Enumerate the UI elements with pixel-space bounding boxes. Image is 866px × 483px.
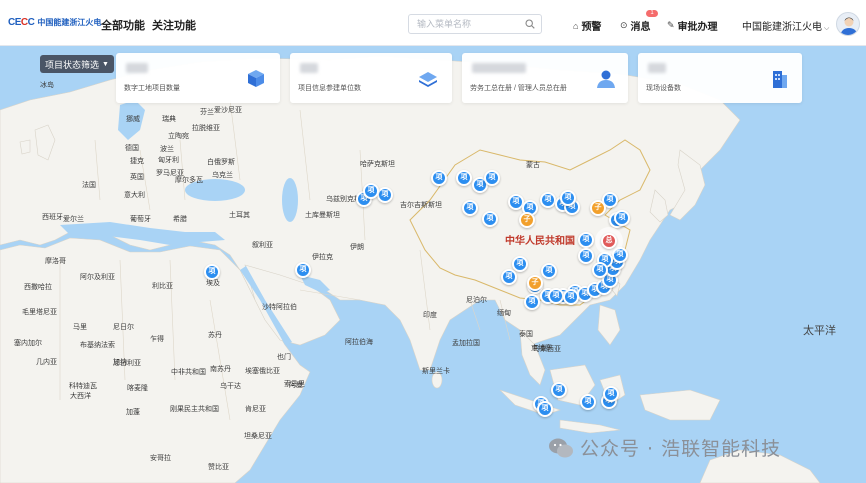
logo[interactable]: CECC 中国能建浙江火电 [8,17,101,28]
watermark-text: 公众号 · 浩联智能科技 [580,438,782,460]
stat-value-blurred [472,63,526,73]
approval-button[interactable]: ✎ 审批办理 [667,18,718,33]
project-marker[interactable]: 项 [614,210,630,226]
nav-followed-functions[interactable]: 关注功能 [152,17,196,33]
avatar[interactable] [836,12,860,36]
stat-card-project-count[interactable]: 数字工地项目数量 [116,53,280,103]
hq-marker[interactable]: 总 [601,233,617,249]
project-marker[interactable]: 项 [482,211,498,227]
stat-value-blurred [300,63,318,73]
project-marker[interactable]: 项 [537,401,553,417]
building-icon [773,71,787,88]
project-marker[interactable]: 项 [551,382,567,398]
project-marker[interactable]: 项 [484,170,500,186]
stat-label: 劳务工总在册 / 管理人员总在册 [470,85,567,92]
person-icon [597,70,615,88]
logo-text: 中国能建浙江火电 [37,18,102,27]
project-marker[interactable]: 项 [377,187,393,203]
stat-card-equipment[interactable]: 现场设备数 [638,53,802,103]
project-marker[interactable]: 项 [524,294,540,310]
message-button[interactable]: ⊙ 消息 [620,18,651,33]
project-marker[interactable]: 项 [462,200,478,216]
project-marker[interactable]: 项 [580,394,596,410]
stat-label: 项目信息参建单位数 [298,85,361,92]
approval-label: 审批办理 [677,22,718,33]
menu-search [408,14,542,34]
stat-label: 数字工地项目数量 [124,85,180,92]
stat-card-participant-units[interactable]: 项目信息参建单位数 [290,53,452,103]
stat-value-blurred [648,63,666,73]
project-status-filter[interactable]: 项目状态筛选 ▼ [40,55,114,73]
project-marker[interactable]: 项 [563,289,579,305]
filter-label: 项目状态筛选 [45,59,100,70]
layers-icon [419,72,437,87]
logo-mark: CECC [8,17,35,28]
project-marker[interactable]: 项 [512,256,528,272]
nav-all-functions[interactable]: 全部功能 [101,17,145,33]
project-marker[interactable]: 项 [204,264,220,280]
chevron-down-icon: ⌵ [824,25,830,32]
message-badge: 1 [646,10,658,17]
top-header: CECC 中国能建浙江火电 全部功能 关注功能 ⌂ 预警 ⊙ 消息 1 ✎ 审批… [0,0,866,46]
clock-icon: ⊙ [620,20,628,30]
project-marker[interactable]: 项 [548,288,564,304]
subproject-marker[interactable]: 子 [527,275,543,291]
project-marker[interactable]: 项 [578,232,594,248]
search-icon[interactable] [525,19,535,29]
project-marker[interactable]: 项 [295,262,311,278]
watermark: 公众号 · 浩联智能科技 [548,434,781,461]
project-marker[interactable]: 项 [501,269,517,285]
stat-value-blurred [126,63,148,73]
user-avatar-icon [840,17,858,35]
subproject-marker[interactable]: 子 [590,200,606,216]
alert-label: 预警 [581,22,602,33]
project-marker[interactable]: 项 [560,190,576,206]
message-label: 消息 [630,22,651,33]
project-marker[interactable]: 项 [541,263,557,279]
caret-down-icon: ▼ [102,60,109,68]
project-marker[interactable]: 项 [592,262,608,278]
company-name: 中国能建浙江火电 [742,22,822,33]
company-switcher[interactable]: 中国能建浙江火电 ⌵ [742,18,829,33]
project-marker[interactable]: 项 [363,183,379,199]
project-marker[interactable]: 项 [540,192,556,208]
project-marker[interactable]: 项 [456,170,472,186]
wechat-icon [549,438,573,457]
alert-button[interactable]: ⌂ 预警 [573,18,602,34]
subproject-marker[interactable]: 子 [519,212,535,228]
project-marker[interactable]: 项 [431,170,447,186]
search-input[interactable] [409,15,519,33]
stat-card-labor-count[interactable]: 劳务工总在册 / 管理人员总在册 [462,53,628,103]
bell-icon: ⌂ [573,20,579,31]
cube-stack-icon [248,70,264,87]
project-marker[interactable]: 项 [578,248,594,264]
pen-icon: ✎ [667,20,675,30]
stat-label: 现场设备数 [646,85,681,92]
project-marker[interactable]: 项 [603,386,619,402]
